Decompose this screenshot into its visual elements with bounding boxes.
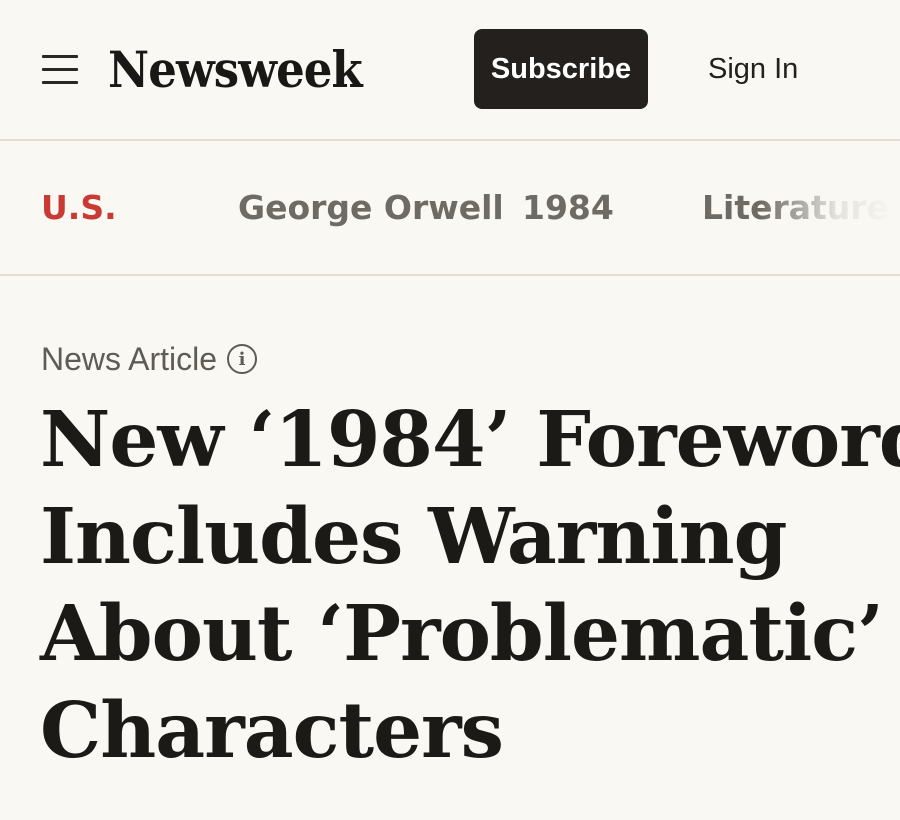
topic-george-orwell[interactable]: George Orwell [238, 185, 504, 231]
hamburger-bar [42, 68, 78, 71]
topic-us[interactable]: U.S. [41, 185, 117, 231]
hamburger-menu-icon[interactable] [42, 55, 78, 85]
hamburger-bar [42, 81, 78, 84]
site-header: Newsweek Subscribe Sign In [0, 0, 900, 140]
article-type: News Article i [41, 337, 258, 381]
article-type-label: News Article [41, 340, 218, 377]
headline-line: New ‘1984’ Foreword [40, 395, 900, 485]
subscribe-button[interactable]: Subscribe [474, 29, 648, 109]
hamburger-bar [42, 55, 78, 58]
sign-in-link[interactable]: Sign In [708, 46, 798, 92]
topic-nav: U.S. George Orwell 1984 Literature [0, 141, 900, 274]
topic-nav-divider [0, 274, 900, 276]
headline-line: About ‘Problematic’ [40, 589, 884, 679]
topic-literature[interactable]: Literature [702, 185, 889, 231]
headline-line: Characters [40, 686, 504, 776]
headline-line: Includes Warning [40, 492, 787, 582]
article-headline: New ‘1984’ Foreword Includes Warning Abo… [40, 392, 900, 780]
topic-1984[interactable]: 1984 [522, 185, 614, 231]
info-icon[interactable]: i [227, 344, 258, 374]
site-logo[interactable]: Newsweek [108, 38, 363, 102]
